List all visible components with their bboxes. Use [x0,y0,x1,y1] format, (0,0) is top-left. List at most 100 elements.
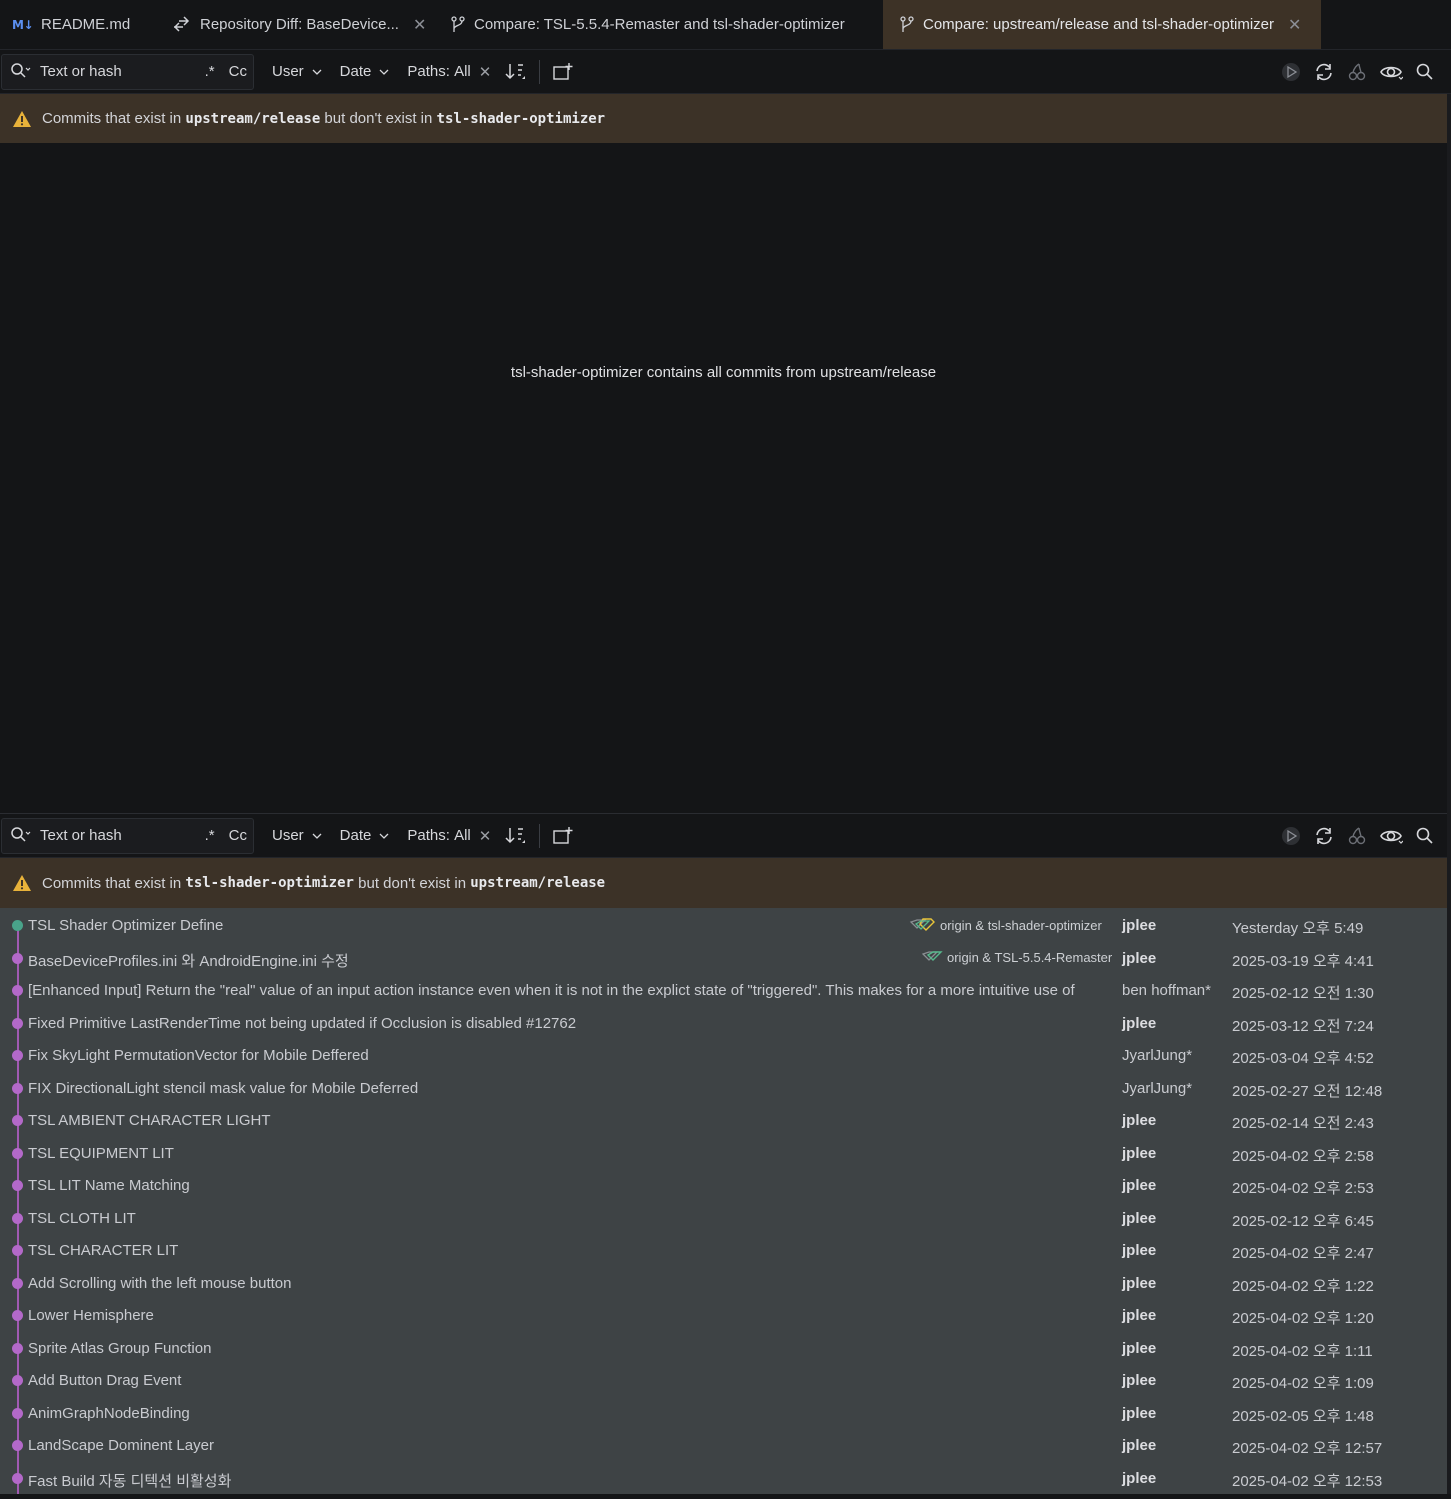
commit-row[interactable]: TSL Shader Optimizer Define origin & tsl-… [0,908,1447,941]
commit-row[interactable]: TSL EQUIPMENT LIT jplee 2025-04-02 오후 2:58 [0,1136,1447,1169]
commit-refs: origin & TSL-5.5.4-Remaster [921,950,1112,966]
commit-date: 2025-03-12 오전 7:24 [1232,1017,1374,1035]
user-filter-label: User [272,63,304,80]
eye-icon[interactable] [1379,826,1403,846]
commit-graph-node [12,985,23,996]
user-filter[interactable]: User [272,63,322,80]
commit-subject: AnimGraphNodeBinding [28,1404,190,1422]
scrollbar[interactable] [1447,94,1451,1494]
commit-row[interactable]: Sprite Atlas Group Function jplee 2025-04-… [0,1331,1447,1364]
commit-date: 2025-04-02 오후 1:11 [1232,1342,1373,1360]
commit-graph-node [12,1472,23,1484]
commit-row[interactable]: Fix SkyLight PermutationVector for Mobil… [0,1038,1447,1071]
regex-toggle[interactable]: .* [205,827,215,844]
paths-filter-label: Paths: [407,63,450,80]
commit-graph-node [12,1017,23,1029]
banner-branch-a: upstream/release [185,110,321,127]
commit-author: jplee [1122,1144,1157,1162]
commit-subject: Fixed Primitive LastRenderTime not being… [28,1014,577,1032]
commit-row[interactable]: LandScape Dominent Layer jplee 2025-04-02 … [0,1428,1447,1461]
date-filter[interactable]: Date [340,827,390,844]
toolbar-right-actions [1281,50,1435,94]
sort-icon[interactable] [505,62,527,82]
close-icon[interactable]: ✕ [1288,15,1301,35]
diff-icon [172,15,192,34]
refresh-icon[interactable] [1313,62,1335,82]
tab-readme[interactable]: M↓ README.md [0,0,160,49]
commit-row[interactable]: TSL AMBIENT CHARACTER LIGHT jplee 2025-02-… [0,1103,1447,1136]
commit-date: 2025-04-02 오후 12:53 [1232,1472,1383,1490]
commit-subject: Add Button Drag Event [28,1372,182,1389]
new-tab-icon[interactable] [552,826,574,846]
commit-author: jplee [1122,1437,1157,1454]
commit-author: jplee [1122,1469,1157,1487]
commit-row[interactable]: Fast Build 자동 디텍션 비활성화 jplee 2025-04-02 오후… [0,1461,1447,1494]
commit-date: 2025-04-02 오후 1:20 [1232,1310,1374,1327]
search-input[interactable]: Text or hash .* Cc [1,817,254,854]
tab-repository-diff[interactable]: Repository Diff: BaseDevice... ✕ [160,0,434,49]
commit-refs: origin & tsl-shader-optimizer [908,917,1102,933]
commit-date: 2025-04-02 오후 2:58 [1232,1147,1374,1165]
banner-prefix: Commits that exist in [42,874,182,892]
commit-date: Yesterday 오후 5:49 [1232,920,1364,937]
search-input[interactable]: Text or hash .* Cc [1,53,254,90]
chevron-down-icon [312,63,322,80]
top-filter-toolbar: Text or hash .* Cc User Date Paths: All ✕ [0,50,1451,94]
commit-row[interactable]: Fixed Primitive LastRenderTime not being… [0,1006,1447,1039]
chevron-down-icon [312,827,322,844]
commit-row[interactable]: Lower Hemisphere jplee 2025-04-02 오후 1:20 [0,1298,1447,1331]
user-filter[interactable]: User [272,827,322,844]
clear-icon[interactable]: ✕ [479,63,492,81]
commit-row[interactable]: [Enhanced Input] Return the "real" value… [0,973,1447,1006]
sort-icon[interactable] [505,826,527,846]
search-icon[interactable] [1415,62,1435,82]
commit-date: 2025-02-05 오후 1:48 [1232,1407,1374,1425]
paths-filter[interactable]: Paths: All ✕ [407,63,491,81]
commit-date: 2025-03-04 오후 4:52 [1232,1050,1374,1067]
cherry-pick-icon[interactable] [1347,826,1367,846]
close-icon[interactable]: ✕ [413,15,426,35]
date-filter[interactable]: Date [340,63,390,80]
match-case-toggle[interactable]: Cc [229,827,247,844]
paths-filter[interactable]: Paths: All ✕ [407,827,491,845]
commit-author: JyarlJung* [1122,1047,1193,1064]
commit-row[interactable]: TSL CHARACTER LIT jplee 2025-04-02 오후 2:47 [0,1233,1447,1266]
commit-row[interactable]: TSL LIT Name Matching jplee 2025-04-02 오후 … [0,1168,1447,1201]
commit-graph-node [12,1180,23,1191]
commit-subject: TSL CLOTH LIT [28,1209,136,1227]
commit-author: jplee [1122,1014,1157,1032]
commit-author: jplee [1122,1339,1157,1357]
commit-row[interactable]: Add Scrolling with the left mouse button… [0,1266,1447,1299]
commit-graph-node [12,1212,23,1224]
search-icon[interactable] [1415,826,1435,846]
cherry-pick-icon[interactable] [1347,62,1367,82]
commit-graph-node [12,952,23,964]
branch-icon [899,15,915,34]
eye-icon[interactable] [1379,62,1403,82]
clear-icon[interactable]: ✕ [479,827,492,845]
commit-row[interactable]: FIX DirectionalLight stencil mask value … [0,1071,1447,1104]
banner-branch-a: tsl-shader-optimizer [185,875,354,891]
banner-prefix: Commits that exist in [42,110,182,127]
commit-subject: Sprite Atlas Group Function [28,1339,212,1357]
play-icon[interactable] [1281,826,1301,846]
tab-compare-upstream-release[interactable]: Compare: upstream/release and tsl-shader… [883,0,1321,49]
banner-branch-b: tsl-shader-optimizer [436,110,606,127]
search-icon [10,826,32,846]
empty-state-message: tsl-shader-optimizer contains all commit… [510,364,937,381]
commit-row[interactable]: AnimGraphNodeBinding jplee 2025-02-05 오후 1… [0,1396,1447,1429]
match-case-toggle[interactable]: Cc [229,63,247,80]
commit-subject: Lower Hemisphere [28,1307,154,1324]
date-filter-label: Date [339,827,372,844]
commit-subject: TSL CHARACTER LIT [28,1242,179,1259]
commit-row[interactable]: TSL CLOTH LIT jplee 2025-02-12 오후 6:45 [0,1201,1447,1234]
regex-toggle[interactable]: .* [205,63,215,80]
commit-row[interactable]: Add Button Drag Event jplee 2025-04-02 오후 … [0,1363,1447,1396]
banner-middle: but don't exist in [358,874,467,892]
tab-compare-tsl-remaster[interactable]: Compare: TSL-5.5.4-Remaster and tsl-shad… [434,0,883,49]
refresh-icon[interactable] [1313,826,1335,846]
commit-row[interactable]: BaseDeviceProfiles.ini 와 AndroidEngine.i… [0,941,1447,974]
new-tab-icon[interactable] [552,62,574,82]
commit-subject: Add Scrolling with the left mouse button [28,1274,292,1292]
play-icon[interactable] [1281,62,1301,82]
